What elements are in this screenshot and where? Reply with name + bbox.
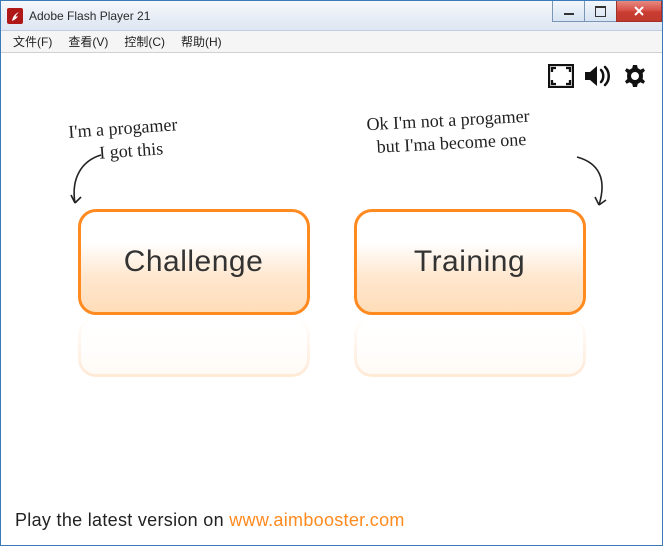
footer-prefix: Play the latest version on: [15, 510, 229, 530]
close-button[interactable]: [616, 1, 662, 22]
fullscreen-icon[interactable]: [548, 64, 574, 93]
sound-icon[interactable]: [584, 64, 612, 93]
menu-help[interactable]: 帮助(H): [173, 31, 230, 52]
gear-icon[interactable]: [622, 63, 648, 94]
footer-text: Play the latest version on www.aimbooste…: [15, 510, 405, 531]
menu-view[interactable]: 查看(V): [60, 31, 116, 52]
button-reflections: [9, 317, 654, 377]
footer-link[interactable]: www.aimbooster.com: [229, 510, 404, 530]
window-controls: [553, 1, 662, 22]
menu-file[interactable]: 文件(F): [5, 31, 60, 52]
challenge-button[interactable]: Challenge: [78, 209, 310, 315]
note-become-one: Ok I'm not a progamer but I'ma become on…: [366, 105, 531, 158]
window-title: Adobe Flash Player 21: [29, 9, 150, 23]
flash-icon: [7, 8, 23, 24]
menubar: 文件(F) 查看(V) 控制(C) 帮助(H): [1, 31, 662, 53]
challenge-reflection: [78, 317, 310, 377]
top-right-toolbar: [548, 63, 648, 94]
content-area: I'm a progamer I got this Ok I'm not a p…: [9, 59, 654, 537]
maximize-button[interactable]: [584, 1, 617, 22]
main-buttons: Challenge Training: [9, 209, 654, 315]
training-reflection: [354, 317, 586, 377]
app-window: Adobe Flash Player 21 文件(F) 查看(V) 控制(C) …: [0, 0, 663, 546]
menu-control[interactable]: 控制(C): [116, 31, 173, 52]
minimize-button[interactable]: [552, 1, 585, 22]
titlebar[interactable]: Adobe Flash Player 21: [1, 1, 662, 31]
training-button[interactable]: Training: [354, 209, 586, 315]
